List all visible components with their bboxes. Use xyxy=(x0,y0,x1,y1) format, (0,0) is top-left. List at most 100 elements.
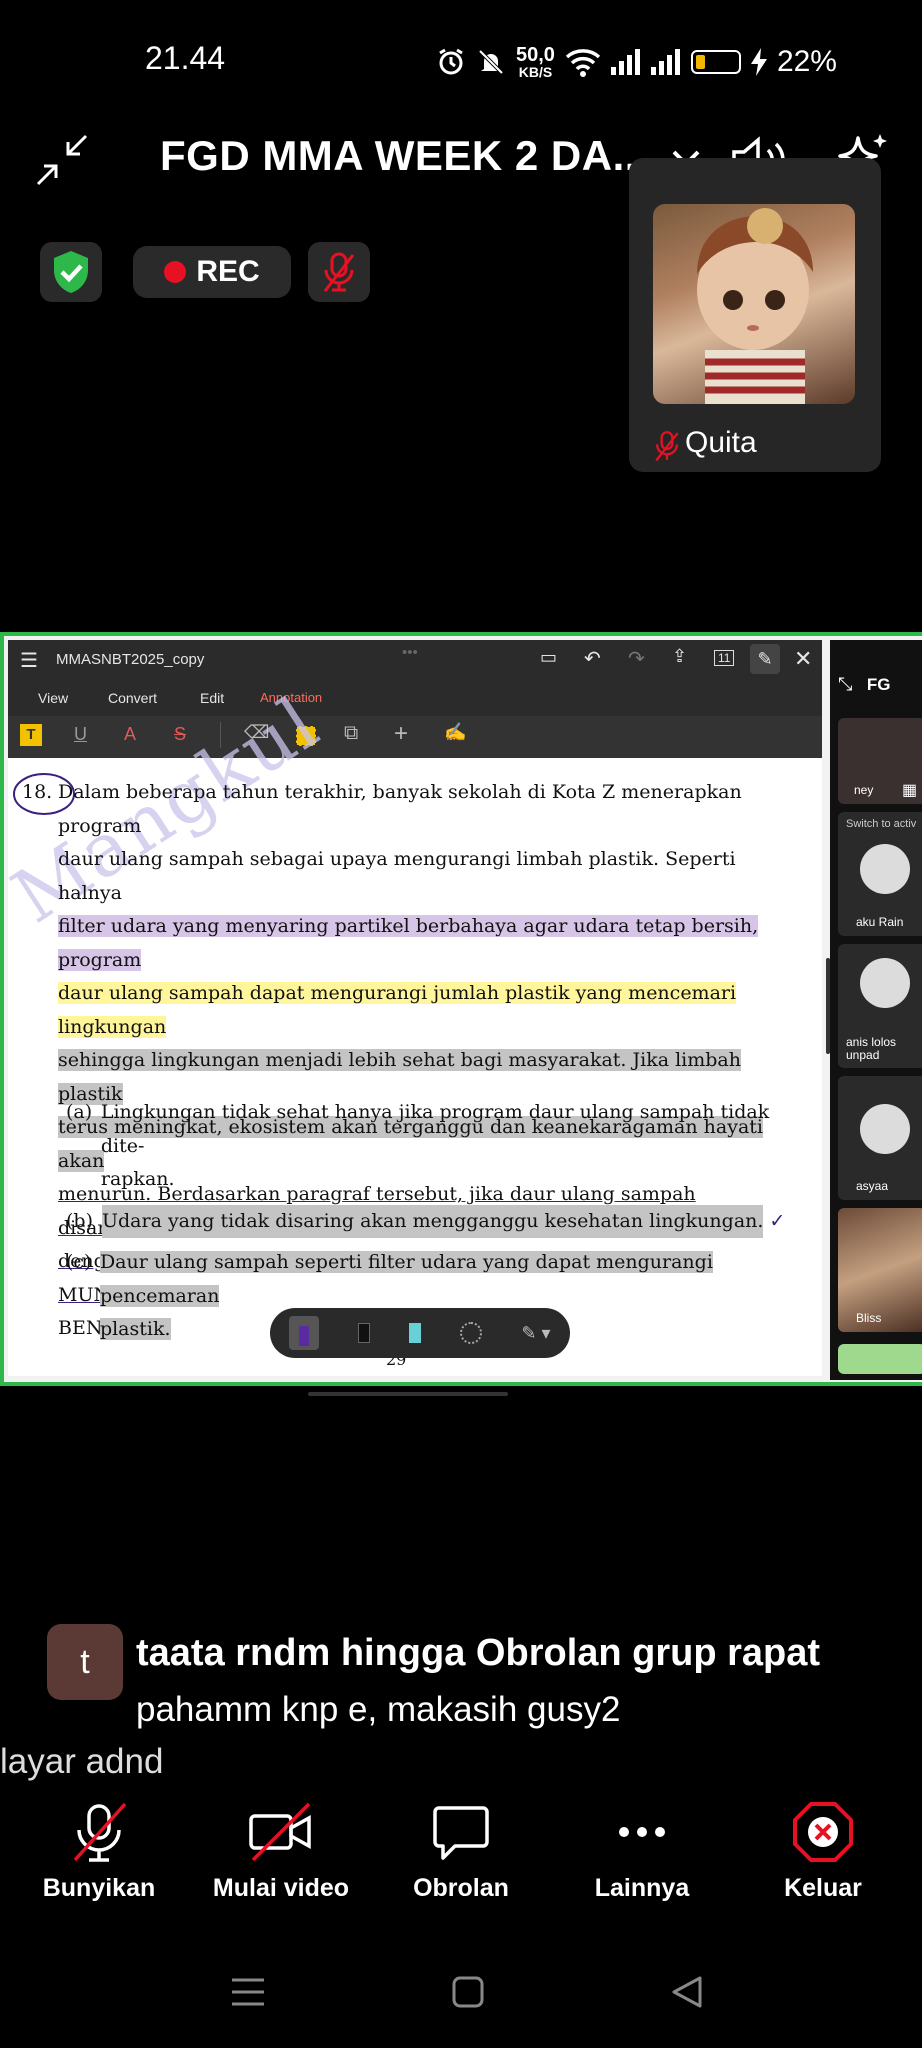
unmute-button[interactable]: Bunyikan xyxy=(24,1800,174,1903)
chat-bubble-icon xyxy=(433,1806,489,1860)
security-badge[interactable] xyxy=(40,242,102,302)
caption-text: layar adnd xyxy=(0,1742,164,1781)
option-b[interactable]: (b) Udara yang tidak disaring akan mengg… xyxy=(66,1204,796,1238)
home-square-icon[interactable] xyxy=(450,1974,486,2010)
shield-check-icon xyxy=(54,251,88,293)
recording-badge[interactable]: REC xyxy=(133,246,291,298)
chat-sender[interactable]: taata rndm hingga Obrolan grup rapat xyxy=(136,1632,820,1675)
option-text: Lingkungan tidak sehat hanya jika progra… xyxy=(100,1101,770,1157)
participant-strip: ⤡ FG ney ▦ Switch to activ aku Rain anis… xyxy=(830,640,922,1380)
participant-tile[interactable] xyxy=(838,1344,922,1374)
menu-convert[interactable]: Convert xyxy=(108,690,157,706)
text-color-icon[interactable]: A xyxy=(124,724,136,745)
paragraph-line-text: filter udara yang menyaring partikel ber… xyxy=(58,915,759,971)
minimize-icon[interactable] xyxy=(34,132,90,193)
silent-bell-icon xyxy=(478,49,504,75)
grid-icon[interactable]: ▦ xyxy=(902,780,917,800)
participant-tile[interactable]: ney ▦ xyxy=(838,718,922,804)
page-count-badge[interactable]: 11 xyxy=(714,650,735,666)
avatar xyxy=(860,1104,910,1154)
menu-view[interactable]: View xyxy=(38,690,68,706)
strip-header: ⤡ FG xyxy=(838,674,890,695)
record-dot-icon xyxy=(164,261,187,283)
participant-tile-self[interactable]: Quita xyxy=(629,158,881,472)
back-triangle-icon[interactable] xyxy=(668,1972,708,2012)
menu-edit[interactable]: Edit xyxy=(200,690,224,706)
checkmark-annotation: ✓ xyxy=(769,1209,786,1232)
hamburger-icon[interactable]: ☰ xyxy=(20,648,38,673)
chat-button[interactable]: Obrolan xyxy=(386,1800,536,1903)
avatar xyxy=(860,844,910,894)
paragraph-line: filter udara yang menyaring partikel ber… xyxy=(58,910,788,977)
doc-file-name: MMASNBT2025_copy xyxy=(56,651,205,668)
shared-screen[interactable]: ☰ MMASNBT2025_copy ••• ▭ ↶ ↷ ⇪ 11 ✎ ✕ Vi… xyxy=(0,632,922,1386)
pen-black-icon[interactable] xyxy=(358,1323,371,1343)
share-icon[interactable]: ⇪ xyxy=(672,646,687,667)
document-page[interactable]: Mangkul 18. Dalam beberapa tahun terakhi… xyxy=(0,680,830,1376)
rec-label: REC xyxy=(196,255,260,288)
signature-icon[interactable]: ✍ xyxy=(444,722,466,743)
shapes-icon[interactable]: ⧉ xyxy=(344,722,358,745)
minimize-icon[interactable]: ⤡ xyxy=(838,674,852,694)
highlighter-icon[interactable] xyxy=(409,1323,422,1343)
more-button[interactable]: Lainnya xyxy=(567,1800,717,1903)
participant-tile[interactable]: Switch to activ aku Rain xyxy=(838,812,922,936)
meeting-title[interactable]: FGD MMA WEEK 2 DA... xyxy=(160,132,649,180)
battery-percent: 22% xyxy=(776,45,837,78)
wifi-icon xyxy=(565,49,601,77)
edit-pen-icon[interactable]: ✎ xyxy=(750,644,780,674)
signal-icon xyxy=(610,49,640,75)
participant-tile[interactable]: Bliss xyxy=(838,1208,922,1332)
pen-purple-icon[interactable] xyxy=(289,1316,320,1350)
signal-icon-2 xyxy=(650,49,680,75)
leave-button[interactable]: Keluar xyxy=(748,1800,898,1903)
network-speed: 50,0 KB/S xyxy=(516,45,555,79)
mic-muted-badge[interactable] xyxy=(308,242,370,302)
video-off-icon xyxy=(249,1802,311,1862)
drag-handle-icon[interactable]: ••• xyxy=(402,644,418,661)
close-icon[interactable]: ✕ xyxy=(794,646,812,672)
add-icon[interactable]: + xyxy=(394,720,408,748)
option-text-cont: rapkan. xyxy=(100,1168,175,1190)
pen-options-icon[interactable]: ✎ ▾ xyxy=(521,1323,550,1344)
save-icon[interactable]: ▭ xyxy=(540,647,557,668)
paragraph-line: daur ulang sampah dapat mengurangi jumla… xyxy=(58,977,788,1044)
participant-name: aku Rain xyxy=(856,915,904,929)
start-video-button[interactable]: Mulai video xyxy=(206,1800,356,1903)
lasso-icon[interactable] xyxy=(460,1322,483,1344)
status-icons: 50,0 KB/S 22% xyxy=(436,42,837,82)
battery-icon xyxy=(690,50,741,74)
pen-toolbar: ✎ ▾ xyxy=(270,1308,570,1358)
option-text: Udara yang tidak disaring akan menggangg… xyxy=(102,1204,764,1238)
switch-active-label[interactable]: Switch to activ xyxy=(846,818,916,831)
option-letter: (c) xyxy=(66,1251,92,1273)
network-speed-value: 50,0 xyxy=(516,44,555,66)
underline-icon[interactable]: U xyxy=(74,724,87,745)
charging-icon xyxy=(750,48,767,76)
chat-message[interactable]: pahamm knp e, makasih gusy2 xyxy=(136,1690,620,1730)
document-viewer[interactable]: ☰ MMASNBT2025_copy ••• ▭ ↶ ↷ ⇪ 11 ✎ ✕ Vi… xyxy=(0,640,830,1376)
leave-x-icon xyxy=(793,1802,853,1862)
menu-lines-icon[interactable] xyxy=(228,1974,268,2010)
option-text: Daur ulang sampah seperti filter udara y… xyxy=(99,1251,713,1307)
option-a[interactable]: (a) Lingkungan tidak sehat hanya jika pr… xyxy=(66,1096,796,1197)
undo-icon[interactable]: ↶ xyxy=(584,646,601,671)
redo-icon[interactable]: ↷ xyxy=(628,646,645,671)
avatar xyxy=(860,958,910,1008)
strikethrough-icon[interactable]: S xyxy=(174,724,186,745)
mic-off-icon xyxy=(653,430,681,467)
drag-handle[interactable] xyxy=(308,1392,508,1396)
start-video-label: Mulai video xyxy=(212,1874,350,1902)
participant-tile[interactable]: asyaa xyxy=(838,1076,922,1200)
more-dots-icon xyxy=(619,1827,665,1837)
highlight-text-icon[interactable]: T xyxy=(20,724,42,746)
paragraph-line: Dalam beberapa tahun terakhir, banyak se… xyxy=(58,781,742,837)
participant-name: anis lolos unpad xyxy=(846,1035,897,1062)
participant-tile[interactable]: anis lolos unpad xyxy=(838,944,922,1068)
chat-label: Obrolan xyxy=(413,1874,509,1902)
participant-name: Bliss xyxy=(856,1311,882,1325)
participant-name: asyaa xyxy=(856,1179,889,1193)
leave-label: Keluar xyxy=(784,1874,862,1902)
option-letter: (b) xyxy=(66,1209,93,1232)
paragraph-line-text: daur ulang sampah dapat mengurangi jumla… xyxy=(58,982,737,1038)
